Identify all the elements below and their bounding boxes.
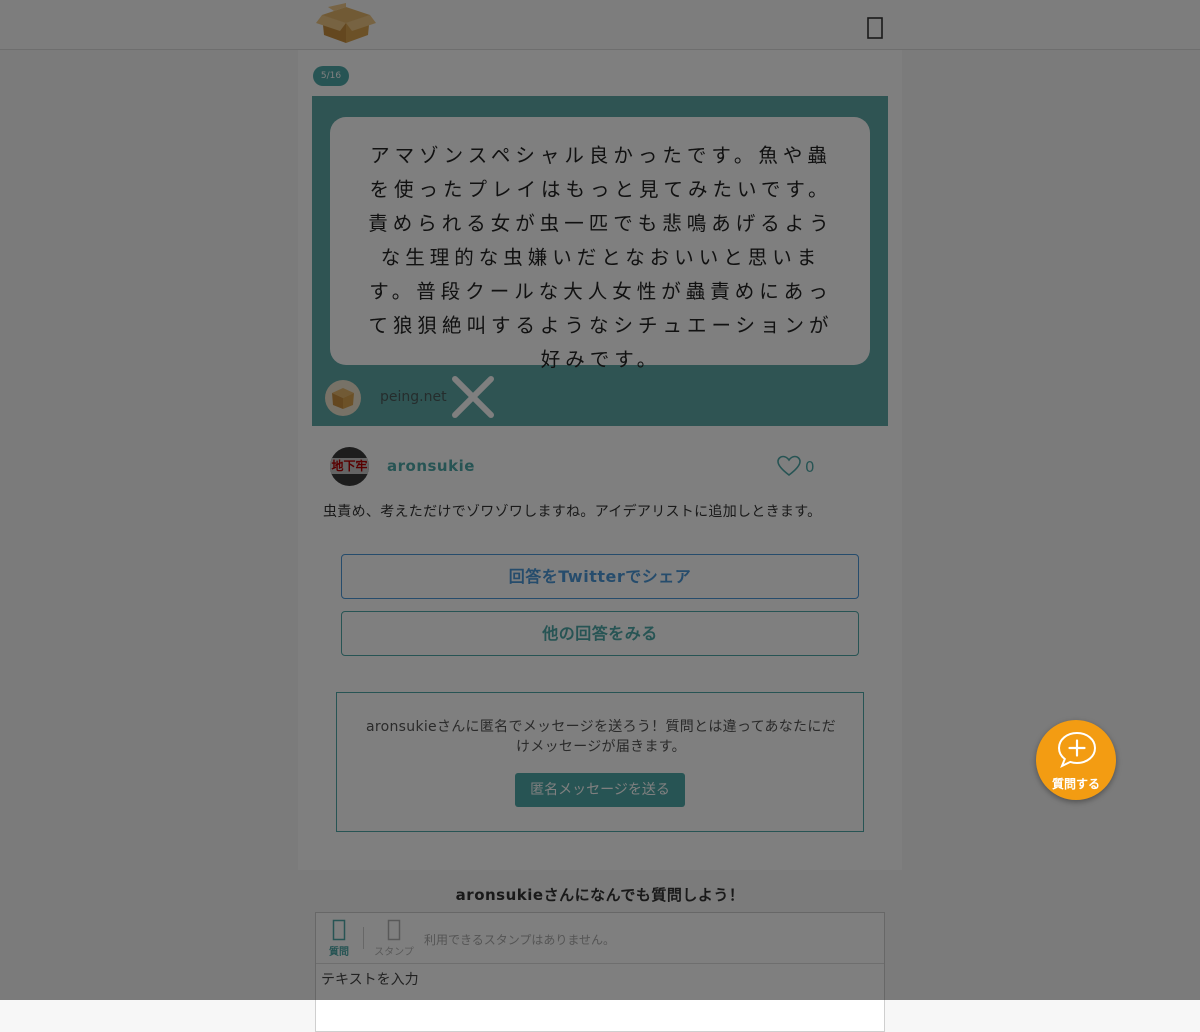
form-tabbar: 質問 スタンプ 利用できるスタンプはありません。	[316, 913, 884, 964]
send-message-button[interactable]: 匿名メッセージを送る	[515, 773, 685, 807]
question-form: 質問 スタンプ 利用できるスタンプはありません。 テキストを入力	[315, 912, 885, 1032]
peing-logo-icon	[325, 380, 361, 416]
site-header	[0, 0, 1200, 50]
tab-divider	[363, 927, 364, 949]
page-indicator-badge: 5/16	[313, 66, 349, 86]
heart-icon[interactable]	[777, 455, 801, 477]
chat-plus-icon	[1057, 731, 1097, 769]
question-text: アマゾンスペシャル良かったです。魚や蟲を使ったプレイはもっと見てみたいです。責め…	[330, 117, 870, 371]
ask-button-label: 質問する	[1051, 777, 1100, 791]
anonymous-message-box: aronsukieさんに匿名でメッセージを送ろう！質問とは違ってあなたにだけメッ…	[336, 692, 864, 832]
ask-heading: aronsukieさんになんでも質問しよう！	[455, 886, 745, 904]
tab-stamp[interactable]: スタンプ	[374, 919, 414, 958]
username-link[interactable]: aronsukie	[387, 457, 475, 475]
hamburger-menu-icon[interactable]	[866, 16, 884, 40]
site-watermark: peing.net	[380, 389, 447, 405]
question-card: アマゾンスペシャル良かったです。魚や蟲を使ったプレイはもっと見てみたいです。責め…	[312, 96, 888, 426]
tab-stamp-label: スタンプ	[374, 947, 414, 958]
question-textarea[interactable]: テキストを入力	[321, 969, 419, 989]
avatar-label: 地下牢	[330, 458, 369, 474]
stamp-icon	[387, 919, 401, 941]
message-description: aronsukieさんに匿名でメッセージを送ろう！質問とは違ってあなたにだけメッ…	[366, 719, 836, 755]
tab-question[interactable]: 質問	[319, 919, 359, 958]
other-answers-button[interactable]: 他の回答をみる	[341, 611, 859, 656]
avatar[interactable]: 地下牢	[330, 447, 369, 486]
ask-question-button[interactable]: 質問する	[1036, 720, 1116, 800]
like-count: 0	[805, 458, 815, 476]
share-twitter-button[interactable]: 回答をTwitterでシェア	[341, 554, 859, 599]
stamp-notice: 利用できるスタンプはありません。	[424, 933, 616, 947]
close-x-icon[interactable]	[452, 376, 494, 418]
cardboard-box-icon[interactable]	[316, 3, 376, 45]
question-icon	[332, 919, 346, 941]
answer-text: 虫責め、考えただけでゾワゾワしますね。アイデアリストに追加しときます。	[323, 504, 822, 520]
tab-question-label: 質問	[329, 947, 349, 958]
